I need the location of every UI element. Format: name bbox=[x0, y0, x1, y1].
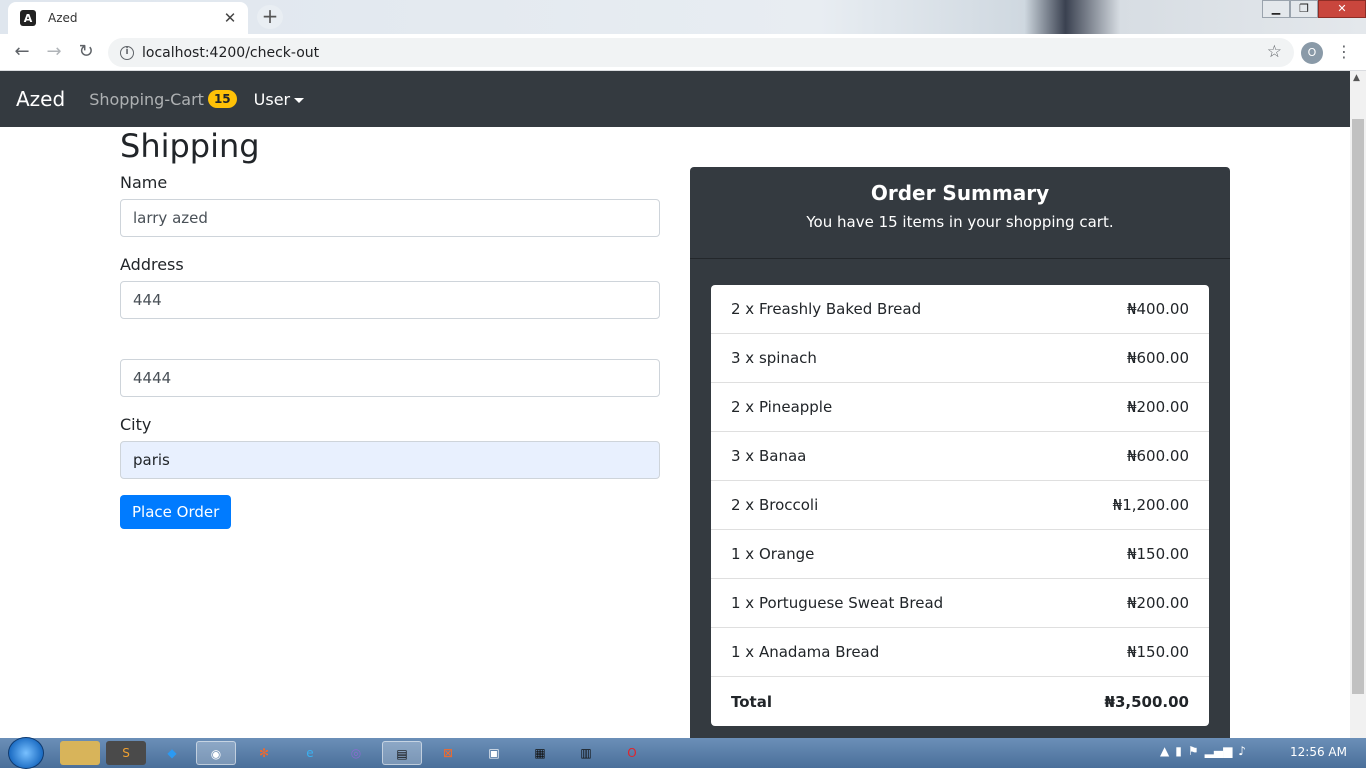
bookmark-star-icon[interactable]: ☆ bbox=[1267, 42, 1282, 62]
place-order-button[interactable]: Place Order bbox=[120, 495, 232, 530]
xampp-icon[interactable]: ✻ bbox=[244, 741, 284, 765]
nav-shopping-cart-link[interactable]: Shopping-Cart 15 bbox=[89, 89, 237, 109]
window-controls: ▁ ❐ ✕ bbox=[1262, 0, 1366, 20]
order-summary-subtitle: You have 15 items in your shopping cart. bbox=[806, 213, 1114, 231]
item-label: 3 x Banaa bbox=[731, 447, 807, 465]
browser-tab[interactable]: A Azed ✕ bbox=[8, 2, 248, 34]
name-label: Name bbox=[120, 173, 168, 193]
xampp-panel-icon[interactable]: ⊠ bbox=[428, 741, 468, 765]
address-label: Address bbox=[120, 255, 184, 275]
total-label: Total bbox=[731, 692, 772, 711]
app-window-icon[interactable]: ▣ bbox=[474, 741, 514, 765]
battery-icon[interactable]: ▮ bbox=[1175, 744, 1182, 758]
page-scrollbar[interactable]: ▲ bbox=[1350, 71, 1366, 739]
vscode-icon[interactable]: ◆ bbox=[152, 741, 192, 765]
list-item: 3 x Banaa ₦600.00 bbox=[711, 432, 1209, 481]
total-row: Total ₦3,500.00 bbox=[711, 677, 1209, 726]
item-label: 1 x Orange bbox=[731, 545, 815, 563]
browser-toolbar: ← → ↻ i localhost:4200/check-out ☆ O ⋮ bbox=[0, 34, 1366, 71]
file-explorer-icon[interactable] bbox=[60, 741, 100, 765]
list-item: 1 x Portuguese Sweat Bread ₦200.00 bbox=[711, 579, 1209, 628]
name-input[interactable] bbox=[120, 199, 660, 238]
window-close-icon[interactable]: ✕ bbox=[1318, 0, 1366, 18]
forward-arrow-icon[interactable]: → bbox=[42, 41, 66, 65]
restore-icon[interactable]: ❐ bbox=[1290, 0, 1318, 18]
item-price: ₦600.00 bbox=[1126, 349, 1189, 367]
item-label: 1 x Anadama Bread bbox=[731, 643, 880, 661]
list-item: 2 x Freashly Baked Bread ₦400.00 bbox=[711, 285, 1209, 334]
list-item: 2 x Pineapple ₦200.00 bbox=[711, 383, 1209, 432]
sublime-text-icon[interactable]: S bbox=[106, 741, 146, 765]
address-line1-input[interactable] bbox=[120, 281, 660, 320]
item-label: 2 x Broccoli bbox=[731, 496, 819, 514]
windows-start-icon[interactable] bbox=[8, 737, 44, 769]
browser-tab-strip: A Azed ✕ + ▁ ❐ ✕ bbox=[0, 0, 1366, 34]
browser-menu-icon[interactable]: ⋮ bbox=[1336, 42, 1352, 61]
order-items-list: 2 x Freashly Baked Bread ₦400.00 3 x spi… bbox=[711, 285, 1209, 726]
back-arrow-icon[interactable]: ← bbox=[10, 41, 34, 65]
reload-icon[interactable]: ↻ bbox=[74, 41, 98, 65]
item-label: 2 x Freashly Baked Bread bbox=[731, 300, 922, 318]
user-dropdown-toggle[interactable]: User bbox=[253, 89, 305, 109]
site-info-icon[interactable]: i bbox=[120, 45, 134, 60]
city-label: City bbox=[120, 415, 152, 435]
chrome-icon[interactable]: ◉ bbox=[196, 741, 236, 765]
list-item: 3 x spinach ₦600.00 bbox=[711, 334, 1209, 383]
action-center-flag-icon[interactable]: ⚑ bbox=[1188, 744, 1199, 758]
user-label: User bbox=[253, 89, 291, 109]
windows-taskbar: S ◆ ◉ ✻ e ◎ ▤ ⊠ ▣ ▦ ▥ O ▲ ▮ ⚑ ▂▄▆ ♪ 12:5… bbox=[0, 737, 1366, 769]
command-prompt-icon[interactable]: ▤ bbox=[382, 741, 422, 765]
list-item: 1 x Anadama Bread ₦150.00 bbox=[711, 628, 1209, 677]
url-text: localhost:4200/check-out bbox=[142, 44, 320, 61]
tray-expand-icon[interactable]: ▲ bbox=[1160, 744, 1169, 758]
city-input[interactable] bbox=[120, 441, 660, 480]
cart-count-badge: 15 bbox=[207, 90, 237, 108]
internet-explorer-icon[interactable]: e bbox=[290, 741, 330, 765]
minimize-icon[interactable]: ▁ bbox=[1262, 0, 1290, 18]
new-tab-button[interactable]: + bbox=[257, 5, 283, 29]
item-price: ₦200.00 bbox=[1126, 398, 1189, 416]
system-tray: ▲ ▮ ⚑ ▂▄▆ ♪ bbox=[1160, 744, 1246, 758]
item-price: ₦200.00 bbox=[1126, 594, 1189, 612]
item-label: 1 x Portuguese Sweat Bread bbox=[731, 594, 944, 612]
tab-close-icon[interactable]: ✕ bbox=[220, 9, 240, 27]
item-label: 3 x spinach bbox=[731, 349, 817, 367]
order-summary-title: Order Summary bbox=[870, 181, 1050, 205]
item-price: ₦1,200.00 bbox=[1112, 496, 1189, 514]
list-item: 2 x Broccoli ₦1,200.00 bbox=[711, 481, 1209, 530]
list-item: 1 x Orange ₦150.00 bbox=[711, 530, 1209, 579]
taskbar-clock[interactable]: 12:56 AM bbox=[1290, 745, 1347, 759]
opera-icon[interactable]: O bbox=[612, 741, 652, 765]
remote-desktop-icon[interactable]: ▥ bbox=[566, 741, 606, 765]
item-price: ₦600.00 bbox=[1126, 447, 1189, 465]
address-line2-input[interactable] bbox=[120, 359, 660, 398]
item-price: ₦400.00 bbox=[1126, 300, 1189, 318]
page-title: Shipping bbox=[120, 127, 260, 165]
total-value: ₦3,500.00 bbox=[1104, 692, 1189, 711]
scroll-thumb[interactable] bbox=[1352, 119, 1364, 694]
profile-avatar[interactable]: O bbox=[1301, 42, 1323, 64]
shipping-form: Shipping Name Address City Place Order bbox=[120, 127, 660, 530]
item-label: 2 x Pineapple bbox=[731, 398, 833, 416]
scroll-up-arrow-icon[interactable]: ▲ bbox=[1353, 73, 1360, 83]
caret-down-icon bbox=[294, 97, 305, 103]
item-price: ₦150.00 bbox=[1126, 643, 1189, 661]
order-summary-card: Order Summary You have 15 items in your … bbox=[690, 167, 1230, 742]
volume-icon[interactable]: ♪ bbox=[1238, 744, 1246, 758]
nav-cart-label: Shopping-Cart bbox=[89, 89, 204, 109]
angular-favicon-icon: A bbox=[20, 10, 36, 26]
terminal-icon[interactable]: ▦ bbox=[520, 741, 560, 765]
summary-divider bbox=[690, 258, 1230, 259]
browser-app-icon[interactable]: ◎ bbox=[336, 741, 376, 765]
address-bar[interactable]: i localhost:4200/check-out ☆ bbox=[108, 38, 1294, 67]
navbar-brand[interactable]: Azed bbox=[16, 87, 65, 111]
tab-title: Azed bbox=[48, 11, 78, 25]
app-navbar: Azed Shopping-Cart 15 User bbox=[0, 71, 1350, 127]
item-price: ₦150.00 bbox=[1126, 545, 1189, 563]
network-signal-icon[interactable]: ▂▄▆ bbox=[1205, 744, 1233, 758]
